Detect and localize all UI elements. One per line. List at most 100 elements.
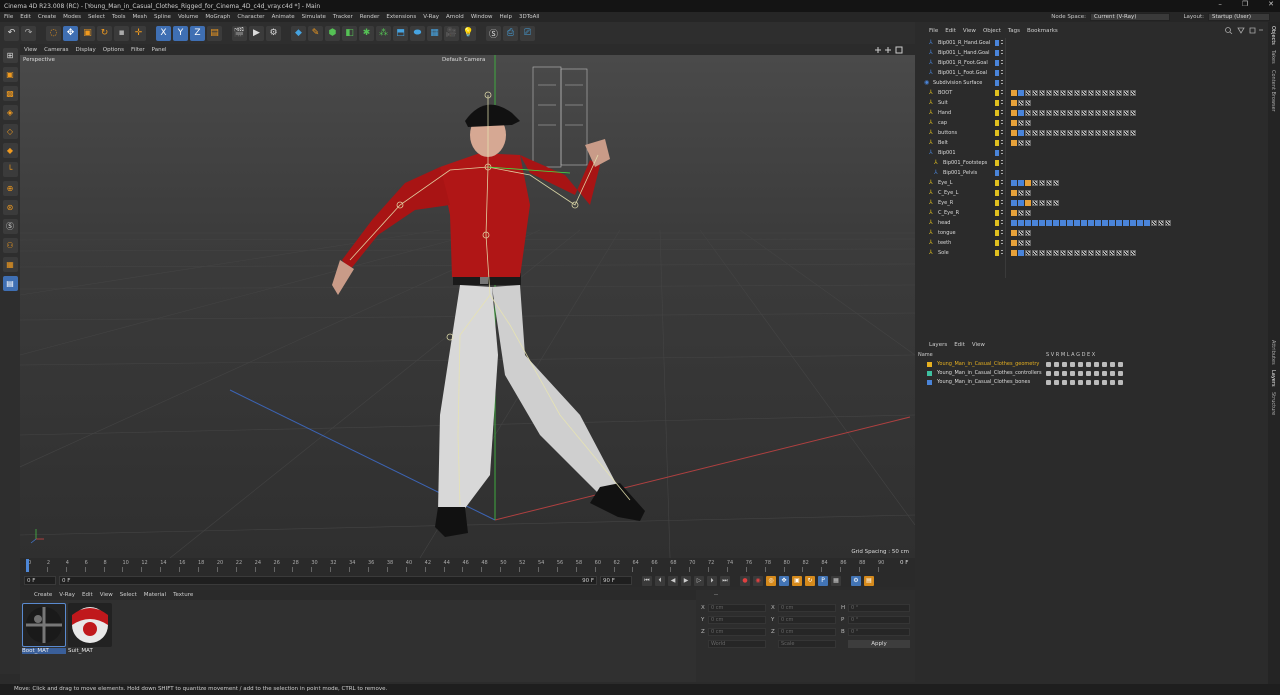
menu-help[interactable]: Help [500, 14, 513, 20]
object-tag[interactable] [1067, 130, 1073, 136]
workplane-icon[interactable]: ⚇ [2, 238, 18, 253]
layer-color-swatch[interactable] [995, 60, 999, 66]
menu-simulate[interactable]: Simulate [302, 14, 326, 20]
prev-key-icon[interactable]: ⏴ [655, 575, 665, 586]
object-tag[interactable] [1046, 200, 1052, 206]
layer-flags[interactable] [1046, 362, 1123, 367]
menu-extensions[interactable]: Extensions [386, 14, 416, 20]
object-tag[interactable] [1081, 220, 1087, 226]
layer-flag-icon[interactable] [1078, 362, 1083, 367]
object-tag[interactable] [1046, 220, 1052, 226]
viewport-menu-filter[interactable]: Filter [131, 47, 145, 53]
object-row[interactable]: ⅄ Sole [915, 248, 1268, 258]
object-row[interactable]: ⅄ Bip001_Pelvis [915, 168, 1268, 178]
visibility-dots[interactable] [1001, 240, 1003, 246]
coordinate-system-icon[interactable]: ▤ [207, 25, 222, 41]
visibility-dots[interactable] [1001, 160, 1003, 166]
object-tags[interactable] [1011, 179, 1059, 187]
object-tag[interactable] [1123, 130, 1129, 136]
right-tab-layers[interactable]: Layers [1270, 370, 1276, 387]
object-row[interactable]: ⅄ Bip001_L_Foot.Goal [915, 68, 1268, 78]
solo-icon[interactable]: ▦ [2, 257, 18, 272]
close-button[interactable]: ✕ [1268, 0, 1274, 8]
menu-create[interactable]: Create [38, 14, 56, 20]
light-icon[interactable]: 💡 [461, 25, 476, 41]
visibility-dots[interactable] [1001, 140, 1003, 146]
recent-tool-icon[interactable]: ▪ [114, 25, 129, 41]
layer-menu-view[interactable]: View [972, 342, 985, 348]
object-tag[interactable] [1081, 250, 1087, 256]
layer-flag-icon[interactable] [1110, 362, 1115, 367]
viewport-menu-view[interactable]: View [24, 47, 37, 53]
rotate-icon[interactable]: ↻ [97, 25, 112, 41]
viewport-menu-cameras[interactable]: Cameras [44, 47, 68, 53]
menu-window[interactable]: Window [471, 14, 493, 20]
object-tag[interactable] [1060, 110, 1066, 116]
y-axis-icon[interactable]: Y [173, 25, 188, 41]
object-row[interactable]: ⅄ Eye_L [915, 178, 1268, 188]
object-tag[interactable] [1151, 220, 1157, 226]
object-tags[interactable] [1011, 209, 1031, 217]
object-row[interactable]: ⅄ Bip001_L_Hand.Goal [915, 48, 1268, 58]
right-tab-takes[interactable]: Takes [1270, 50, 1276, 64]
object-tag[interactable] [1060, 250, 1066, 256]
z-axis-icon[interactable]: Z [190, 25, 205, 41]
texture-mode-icon[interactable]: ▩ [2, 86, 18, 101]
next-key-icon[interactable]: ⏵ [707, 575, 717, 586]
visibility-dots[interactable] [1001, 50, 1003, 56]
object-tag[interactable] [1067, 90, 1073, 96]
layer-flag-icon[interactable] [1070, 371, 1075, 376]
key-pla-icon[interactable]: ▦ [831, 575, 841, 586]
visibility-dots[interactable] [1001, 230, 1003, 236]
object-tag[interactable] [1102, 110, 1108, 116]
object-tag[interactable] [1130, 90, 1136, 96]
spline-icon[interactable]: ⬬ [410, 25, 425, 41]
object-tag[interactable] [1095, 250, 1101, 256]
visibility-dots[interactable] [1001, 250, 1003, 256]
object-tag[interactable] [1060, 220, 1066, 226]
object-tag[interactable] [1116, 90, 1122, 96]
layer-flag-icon[interactable] [1094, 362, 1099, 367]
object-tag[interactable] [1053, 130, 1059, 136]
layer-row[interactable]: Young_Man_in_Casual_Clothes_bones [925, 379, 1255, 387]
pen-icon[interactable]: ✎ [308, 25, 323, 41]
layer-name[interactable]: Young_Man_in_Casual_Clothes_bones [937, 379, 1030, 385]
object-tag[interactable] [1081, 110, 1087, 116]
edges-mode-icon[interactable]: ◇ [2, 124, 18, 139]
right-tab-objects[interactable]: Objects [1270, 26, 1276, 45]
selector-icon[interactable]: ✱ [359, 25, 374, 41]
object-tag[interactable] [1074, 250, 1080, 256]
object-tag[interactable] [1032, 200, 1038, 206]
object-tag[interactable] [1011, 250, 1017, 256]
visibility-dots[interactable] [1001, 40, 1003, 46]
edit-render-settings-icon[interactable]: ⚙ [266, 25, 281, 41]
object-tag[interactable] [1018, 140, 1024, 146]
object-tag[interactable] [1165, 220, 1171, 226]
viewport-camera-label[interactable]: Default Camera [442, 57, 485, 63]
render-view-icon[interactable]: 🎬 [232, 25, 247, 41]
object-menu-bookmarks[interactable]: Bookmarks [1027, 28, 1058, 34]
key-position-icon[interactable]: ✥ [779, 575, 789, 586]
object-tag[interactable] [1116, 250, 1122, 256]
object-tag[interactable] [1018, 210, 1024, 216]
create-icon[interactable]: ✛ [131, 25, 146, 41]
material-menu-create[interactable]: Create [34, 592, 52, 598]
object-tag[interactable] [1109, 220, 1115, 226]
object-tag[interactable] [1025, 240, 1031, 246]
layer-flag-icon[interactable] [1110, 380, 1115, 385]
layer-color-swatch[interactable] [995, 120, 999, 126]
object-tag[interactable] [1109, 90, 1115, 96]
object-tag[interactable] [1018, 230, 1024, 236]
start-frame-field[interactable]: 0 F [24, 576, 56, 585]
menu-edit[interactable]: Edit [20, 14, 31, 20]
object-tag[interactable] [1067, 110, 1073, 116]
layer-row[interactable]: Young_Man_in_Casual_Clothes_controllers [925, 370, 1255, 378]
object-tag[interactable] [1095, 90, 1101, 96]
object-tag[interactable] [1102, 220, 1108, 226]
layer-color-swatch[interactable] [995, 220, 999, 226]
object-tag[interactable] [1025, 90, 1031, 96]
rot-p-field[interactable]: 0 ° [848, 616, 910, 624]
object-tag[interactable] [1074, 90, 1080, 96]
viewport-nav-icon[interactable] [875, 46, 905, 54]
layer-color-swatch[interactable] [995, 210, 999, 216]
